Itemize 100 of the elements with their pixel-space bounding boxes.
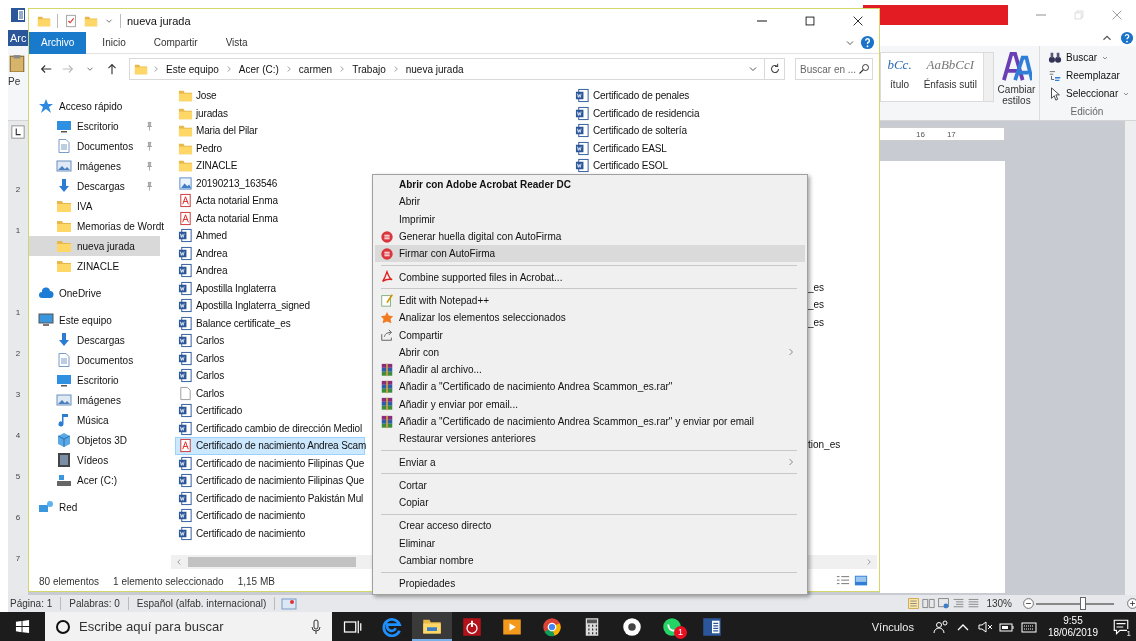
search-bar[interactable]: Escribe aquí para buscar [45, 612, 332, 641]
file-item[interactable]: Carlos [175, 384, 365, 402]
taskbar-app[interactable]: 1 [652, 612, 692, 641]
editing-command[interactable]: Seleccionar [1048, 85, 1136, 102]
menu-item[interactable]: Abrir con [375, 343, 805, 361]
file-item[interactable]: Certificado cambio de dirección Mediol [175, 419, 365, 437]
breadcrumb-item[interactable]: Este equipo [164, 63, 221, 75]
nav-item[interactable]: Música [29, 410, 160, 430]
file-item[interactable]: Certificado de nacimiento Filipinas Que [175, 472, 365, 490]
menu-item[interactable]: Firmar con AutoFirma [375, 245, 805, 263]
zoom-slider[interactable] [1033, 597, 1117, 611]
menu-item[interactable]: Generar huella digital con AutoFirma [375, 227, 805, 246]
file-item[interactable]: Andrea [175, 262, 365, 280]
scrollbar-thumb[interactable] [188, 557, 356, 567]
editing-command[interactable]: Reemplazar [1048, 67, 1136, 84]
menu-item[interactable]: Abrir con Adobe Acrobat Reader DC [375, 176, 805, 194]
menu-item[interactable]: Añadir a "Certificado de nacimiento Andrea Scammon_es.rar" y enviar por email [375, 412, 805, 431]
taskbar-app[interactable] [412, 612, 452, 641]
menu-item[interactable]: Propiedades [375, 575, 805, 593]
menu-item[interactable]: Analizar los elementos seleccionados [375, 309, 805, 327]
editing-command[interactable]: Buscar [1048, 49, 1136, 66]
file-item[interactable]: Carlos [175, 349, 365, 367]
file-item[interactable]: Ahmed [175, 227, 365, 245]
file-item[interactable]: Andrea [175, 244, 365, 262]
gallery-scrollbar[interactable] [983, 52, 993, 101]
ribbon-tab[interactable]: Vista [213, 31, 260, 54]
menu-item[interactable]: Copiar [375, 494, 805, 512]
file-item[interactable]: Carlos [175, 332, 365, 350]
file-tab[interactable]: Arc [8, 29, 28, 46]
file-item[interactable]: Acta notarial Enma [175, 209, 365, 227]
nav-item[interactable]: Escritorio [29, 370, 160, 390]
file-item[interactable]: Certificado ESOL [572, 157, 772, 175]
style-option[interactable]: AaBbCcI Énfasis sutil [917, 52, 983, 94]
slider-thumb[interactable] [1080, 597, 1087, 611]
nav-item[interactable]: Descargas [29, 330, 160, 350]
nav-item[interactable]: Imágenes [29, 156, 160, 176]
ribbon-tab[interactable]: Inicio [90, 31, 138, 54]
menu-item[interactable]: Abrir [375, 193, 805, 211]
nav-item[interactable]: Este equipo [29, 310, 160, 330]
nav-item[interactable]: Descargas [29, 176, 160, 196]
file-item[interactable]: Jose [175, 87, 365, 105]
file-item[interactable]: Apostilla Inglaterra_signed [175, 297, 365, 315]
menu-item[interactable]: Eliminar [375, 534, 805, 552]
file-item[interactable]: Certificado de nacimiento Pakistán Mul [175, 489, 365, 507]
nav-item[interactable]: Red [29, 497, 160, 517]
file-item[interactable]: Carlos [175, 367, 365, 385]
ribbon-tab[interactable]: Compartir [141, 31, 210, 54]
menu-item[interactable]: Combine supported files in Acrobat... [375, 268, 805, 286]
file-item[interactable]: Certificado de nacimiento Andrea Scam [175, 437, 365, 455]
style-option[interactable]: bCc. ítulo [881, 52, 918, 94]
nav-item[interactable]: Vídeos [29, 450, 160, 470]
file-item[interactable]: Balance certificate_es [175, 314, 365, 332]
file-item[interactable]: 20190213_163546 [175, 174, 365, 192]
nav-item[interactable]: Documentos [29, 350, 160, 370]
breadcrumb-item[interactable]: Acer (C:) [236, 63, 281, 75]
nav-item[interactable]: Escritorio [29, 116, 160, 136]
menu-item[interactable]: Añadir a "Certificado de nacimiento Andrea Scammon_es.rar" [375, 378, 805, 396]
nav-item[interactable]: OneDrive [29, 283, 160, 303]
refresh-button[interactable] [765, 58, 785, 80]
file-item[interactable]: Certificado de nacimiento [175, 507, 365, 525]
menu-item[interactable]: Enviar a [375, 453, 805, 471]
menu-item[interactable]: Añadir al archivo... [375, 360, 805, 379]
menu-item[interactable]: Cambiar nombre [375, 551, 805, 570]
file-item[interactable]: Certificado [175, 402, 365, 420]
file-item[interactable]: Certificado de nacimiento [175, 524, 365, 542]
nav-item[interactable]: Documentos [29, 136, 160, 156]
nav-item[interactable]: IVA [29, 196, 160, 216]
nav-item[interactable]: Imágenes [29, 390, 160, 410]
paste-button[interactable]: Pe [8, 45, 28, 121]
clock[interactable]: 9:55 18/06/2019 [1039, 614, 1106, 639]
menu-item[interactable]: Cortar [375, 476, 805, 495]
notifications-button[interactable]: 1 [1106, 612, 1136, 641]
ribbon-tab[interactable]: Archivo [29, 31, 87, 54]
nav-item[interactable]: Acceso rápido [29, 96, 160, 116]
breadcrumb-item[interactable]: Trabajo [350, 63, 388, 75]
nav-item[interactable]: ZINACLE [29, 256, 160, 276]
nav-item[interactable]: nueva jurada [29, 236, 160, 256]
file-item[interactable]: Certificado de nacimiento Filipinas Que [175, 454, 365, 472]
file-item[interactable]: Pedro [175, 139, 365, 157]
file-item[interactable]: Certificado de penales [572, 87, 772, 105]
breadcrumb-item[interactable]: nueva jurada [403, 63, 466, 75]
search-bar[interactable]: Buscar en ... [795, 58, 873, 80]
file-item[interactable]: Certificado de residencia [572, 104, 772, 122]
search-field[interactable]: Buscar en ... [800, 63, 858, 75]
menu-item[interactable]: Compartir [375, 326, 805, 344]
file-item[interactable]: Apostilla Inglaterra [175, 279, 365, 297]
file-item[interactable]: juradas [175, 104, 365, 122]
nav-item[interactable]: Objetos 3D [29, 430, 160, 450]
menu-item[interactable]: Crear acceso directo [375, 517, 805, 535]
menu-item[interactable]: Restaurar versiones anteriores [375, 430, 805, 448]
vertical-scrollbar[interactable] [1124, 121, 1136, 596]
address-bar[interactable]: Este equipo Acer (C:) carmen Trabajo nueva jurada [129, 58, 765, 80]
nav-item[interactable]: Acer (C:) [29, 470, 160, 490]
menu-item[interactable]: Añadir y enviar por email... [375, 395, 805, 413]
change-styles-button[interactable]: Cambiar estilos [994, 45, 1040, 121]
menu-item[interactable]: Edit with Notepad++ [375, 291, 805, 310]
breadcrumb-item[interactable]: carmen [296, 63, 335, 75]
file-item[interactable]: Certificado EASL [572, 139, 772, 157]
search-field[interactable]: Escribe aquí para buscar [79, 619, 300, 634]
file-item[interactable]: Certificado de soltería [572, 122, 772, 140]
